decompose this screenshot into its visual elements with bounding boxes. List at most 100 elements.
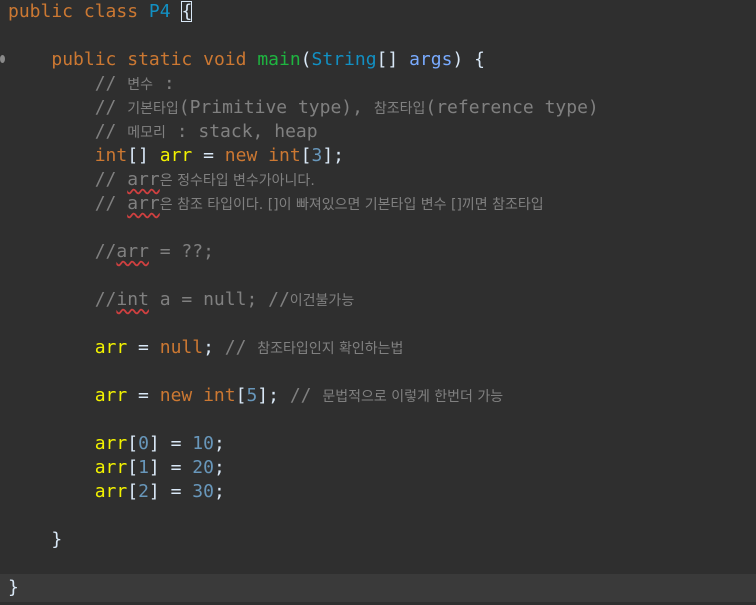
assign-operator: = [127,337,160,358]
class-close-brace: } [8,577,19,598]
keyword-new: new [159,385,193,406]
keyword-public: public [51,49,117,70]
code-line-comment-arr2[interactable]: // arr은 참조 타입이다. []이 빠져있으면 기본타입 변수 []끼면 … [8,192,544,216]
method-open-brace: { [474,49,485,70]
number-literal: 10 [192,433,214,454]
comment-prefix: // [278,385,323,406]
bracket-close: ]; [322,145,345,166]
code-line-assign-2[interactable]: arr[2] = 30; [8,480,225,504]
code-line-comment-1[interactable]: // 변수 : [8,72,175,96]
semicolon: ; [213,481,225,502]
bracket-close: ] [148,433,160,454]
bracket-open: [ [127,433,139,454]
comment-text: 이건불가능 [289,293,355,309]
assign-operator: = [159,481,193,502]
keyword-null: null [159,337,204,358]
spell-error-word: arr [127,169,160,190]
code-line-class-decl[interactable]: public class P4 { [8,0,193,24]
code-line-new-assign[interactable]: arr = new int[5]; // 문법적으로 이렇게 한번더 가능 [8,384,503,408]
code-line-array-decl[interactable]: int[] arr = new int[3]; [8,144,344,168]
comment-text: 메모리 [127,125,166,141]
local-variable: arr [94,457,128,478]
keyword-new: new [224,145,258,166]
keyword-int: int [94,145,128,166]
number-literal: 3 [311,145,323,166]
paren-close: ) [452,49,464,70]
param-type: String [311,49,377,70]
code-line-main-decl[interactable]: public static void main(String[] args) { [8,48,485,72]
semicolon: ; [203,337,214,358]
local-variable: arr [94,337,128,358]
code-line-assign-1[interactable]: arr[1] = 20; [8,456,225,480]
code-line-comment-2[interactable]: // 기본타입(Primitive type), 참조타입(reference … [8,96,599,120]
code-line-comment-3[interactable]: // 메모리 : stack, heap [8,120,318,144]
semicolon: ; [213,433,225,454]
spell-error-word: arr [116,241,149,262]
comment-text: : stack, heap [165,121,318,142]
code-line-assign-0[interactable]: arr[0] = 10; [8,432,225,456]
comment-text: 은 정수타입 변수가아니다. [159,173,315,189]
keyword-int: int [268,145,301,166]
keyword-void: void [203,49,247,70]
comment-text: 참조타입 [373,101,426,117]
code-line-class-close[interactable]: } [8,576,19,600]
number-literal: 20 [192,457,214,478]
comment-prefix: // [94,193,128,214]
bracket-close: ]; [257,385,279,406]
keyword-static: static [127,49,193,70]
bracket-close: ] [148,457,160,478]
comment-text: 은 참조 타입이다. []이 빠져있으면 기본타입 변수 []끼면 참조타입 [159,197,544,213]
comment-text: 변수 [127,77,153,93]
matched-open-brace: { [181,1,193,22]
local-variable: arr [159,145,193,166]
keyword-class: class [83,1,139,22]
param-name: args [409,49,453,70]
comment-text: 문법적으로 이렇게 한번더 가능 [322,389,504,405]
comment-text: (Primitive type), [178,97,374,118]
assign-operator: = [127,385,160,406]
assign-operator: = [159,433,193,454]
keyword-int: int [203,385,236,406]
bracket-open: [ [127,481,139,502]
bracket-open: [ [235,385,247,406]
fold-marker-icon[interactable] [0,55,5,63]
comment-text: : [152,73,175,94]
method-close-brace: } [51,529,63,550]
bracket-open: [ [300,145,312,166]
paren-open: ( [300,49,312,70]
keyword-public: public [8,1,74,22]
code-line-comment-q[interactable]: //arr = ??; [8,240,214,264]
number-literal: 5 [246,385,258,406]
comment-text: a = null; // [148,289,290,310]
code-line-method-close[interactable]: } [8,528,62,552]
bracket-open: [ [127,457,139,478]
number-literal: 2 [138,481,149,502]
number-literal: 30 [192,481,214,502]
code-editor[interactable]: public class P4 { public static void mai… [0,0,756,605]
method-name: main [257,49,301,70]
comment-prefix: // [94,73,128,94]
comment-prefix: // [213,337,258,358]
comment-prefix: // [94,289,117,310]
comment-prefix: // [94,241,117,262]
code-line-comment-arr1[interactable]: // arr은 정수타입 변수가아니다. [8,168,315,192]
assign-operator: = [159,457,193,478]
code-line-null-assign[interactable]: arr = null; // 참조타입인지 확인하는법 [8,336,404,360]
local-variable: arr [94,481,128,502]
comment-text: = ??; [148,241,214,262]
comment-prefix: // [94,121,128,142]
comment-text: (reference type) [425,97,599,118]
array-brackets: [] [376,49,399,70]
semicolon: ; [213,457,225,478]
bracket-close: ] [148,481,160,502]
assign-operator: = [192,145,225,166]
spell-error-word: arr [127,193,160,214]
number-literal: 0 [138,433,149,454]
local-variable: arr [94,433,128,454]
spell-error-word: int [116,289,149,310]
number-literal: 1 [138,457,149,478]
array-brackets: [] [127,145,149,166]
comment-text: 기본타입 [127,101,179,117]
current-line-highlight [0,574,756,602]
code-line-comment-int[interactable]: //int a = null; //이건불가능 [8,288,355,312]
